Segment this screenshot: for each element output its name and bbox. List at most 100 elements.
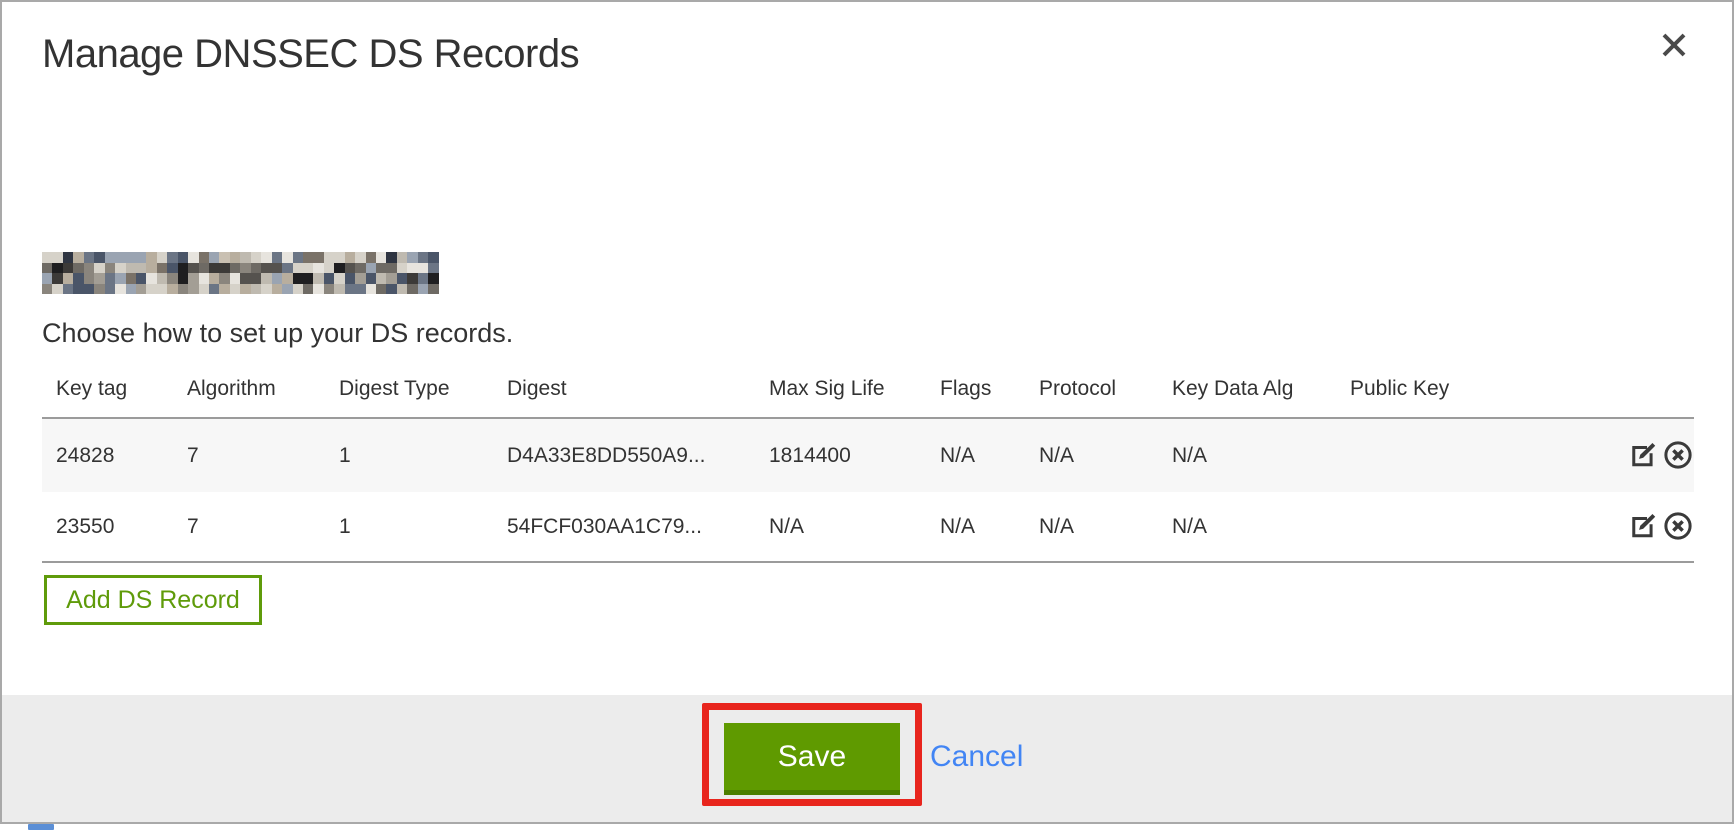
column-header-algorithm: Algorithm xyxy=(187,377,339,401)
redaction-pixel xyxy=(366,263,376,274)
redaction-pixel xyxy=(136,263,146,274)
redaction-pixel xyxy=(428,252,438,263)
redaction-pixel xyxy=(230,284,240,295)
redaction-pixel xyxy=(366,273,376,284)
redaction-pixel xyxy=(73,284,83,295)
redaction-pixel xyxy=(240,284,250,295)
redaction-pixel xyxy=(63,273,73,284)
cell-flags: N/A xyxy=(940,515,1039,539)
redaction-pixel xyxy=(324,273,334,284)
redaction-pixel xyxy=(230,263,240,274)
edit-record-button[interactable] xyxy=(1627,440,1659,472)
redaction-pixel xyxy=(334,252,344,263)
table-row: 24828 7 1 D4A33E8DD550A9... 1814400 N/A … xyxy=(42,417,1694,492)
redaction-pixel xyxy=(366,252,376,263)
redaction-pixel xyxy=(178,284,188,295)
cell-key-tag: 24828 xyxy=(56,444,187,468)
redaction-pixel xyxy=(94,284,104,295)
redaction-pixel xyxy=(386,252,396,263)
redaction-pixel xyxy=(146,273,156,284)
redaction-pixel xyxy=(272,252,282,263)
redaction-pixel xyxy=(407,263,417,274)
redaction-pixel xyxy=(345,252,355,263)
redaction-pixel xyxy=(136,252,146,263)
edit-icon xyxy=(1628,440,1658,470)
redaction-pixel xyxy=(303,252,313,263)
row-actions xyxy=(1604,511,1694,543)
redaction-pixel xyxy=(219,252,229,263)
redaction-pixel xyxy=(261,284,271,295)
redaction-pixel xyxy=(293,284,303,295)
redaction-pixel xyxy=(157,252,167,263)
redaction-pixel xyxy=(418,252,428,263)
cell-max-sig-life: 1814400 xyxy=(769,444,940,468)
redaction-pixel xyxy=(293,273,303,284)
add-ds-record-button[interactable]: Add DS Record xyxy=(44,575,262,625)
cancel-link[interactable]: Cancel xyxy=(930,740,1023,774)
redaction-pixel xyxy=(126,284,136,295)
redaction-pixel xyxy=(94,263,104,274)
close-button[interactable] xyxy=(1658,30,1690,62)
redaction-pixel xyxy=(355,284,365,295)
save-button[interactable]: Save xyxy=(724,723,900,795)
redaction-pixel xyxy=(334,263,344,274)
redaction-pixel xyxy=(313,273,323,284)
redaction-pixel xyxy=(240,273,250,284)
redaction-pixel xyxy=(188,284,198,295)
delete-record-button[interactable] xyxy=(1662,440,1694,472)
cell-flags: N/A xyxy=(940,444,1039,468)
redaction-pixel xyxy=(42,284,52,295)
redaction-pixel xyxy=(397,284,407,295)
redaction-pixel xyxy=(282,263,292,274)
cell-key-data-alg: N/A xyxy=(1172,444,1350,468)
close-icon xyxy=(1661,32,1687,58)
cell-digest: D4A33E8DD550A9... xyxy=(507,444,769,468)
cell-key-data-alg: N/A xyxy=(1172,515,1350,539)
redaction-pixel xyxy=(418,284,428,295)
edit-record-button[interactable] xyxy=(1627,511,1659,543)
redaction-pixel xyxy=(272,284,282,295)
redaction-pixel xyxy=(407,252,417,263)
table-header-row: Key tag Algorithm Digest Type Digest Max… xyxy=(42,377,1694,417)
redaction-pixel xyxy=(94,273,104,284)
redaction-pixel xyxy=(199,284,209,295)
redaction-pixel xyxy=(230,252,240,263)
redaction-pixel xyxy=(428,273,438,284)
redaction-pixel xyxy=(272,273,282,284)
redaction-pixel xyxy=(219,263,229,274)
delete-circle-icon xyxy=(1663,440,1693,470)
cell-algorithm: 7 xyxy=(187,444,339,468)
redaction-pixel xyxy=(376,284,386,295)
cell-digest-type: 1 xyxy=(339,515,507,539)
redaction-pixel xyxy=(146,263,156,274)
redaction-pixel xyxy=(251,252,261,263)
redaction-pixel xyxy=(240,263,250,274)
redaction-pixel xyxy=(136,273,146,284)
redaction-pixel xyxy=(146,284,156,295)
redaction-pixel xyxy=(324,252,334,263)
redaction-pixel xyxy=(115,284,125,295)
redaction-pixel xyxy=(146,252,156,263)
redaction-pixel xyxy=(167,273,177,284)
redaction-pixel xyxy=(397,273,407,284)
redaction-pixel xyxy=(334,284,344,295)
redaction-pixel xyxy=(105,284,115,295)
redaction-pixel xyxy=(84,263,94,274)
cell-protocol: N/A xyxy=(1039,444,1172,468)
redaction-pixel xyxy=(251,284,261,295)
redaction-pixel xyxy=(209,263,219,274)
column-header-key-data-alg: Key Data Alg xyxy=(1172,377,1350,401)
redaction-pixel xyxy=(63,263,73,274)
redaction-pixel xyxy=(418,263,428,274)
redaction-pixel xyxy=(313,284,323,295)
redaction-pixel xyxy=(115,252,125,263)
redaction-pixel xyxy=(376,263,386,274)
redaction-pixel xyxy=(397,252,407,263)
redaction-pixel xyxy=(303,284,313,295)
redaction-pixel xyxy=(355,263,365,274)
delete-circle-icon xyxy=(1663,511,1693,541)
column-header-digest-type: Digest Type xyxy=(339,377,507,401)
delete-record-button[interactable] xyxy=(1662,511,1694,543)
redaction-pixel xyxy=(386,284,396,295)
page-title: Manage DNSSEC DS Records xyxy=(42,32,579,77)
